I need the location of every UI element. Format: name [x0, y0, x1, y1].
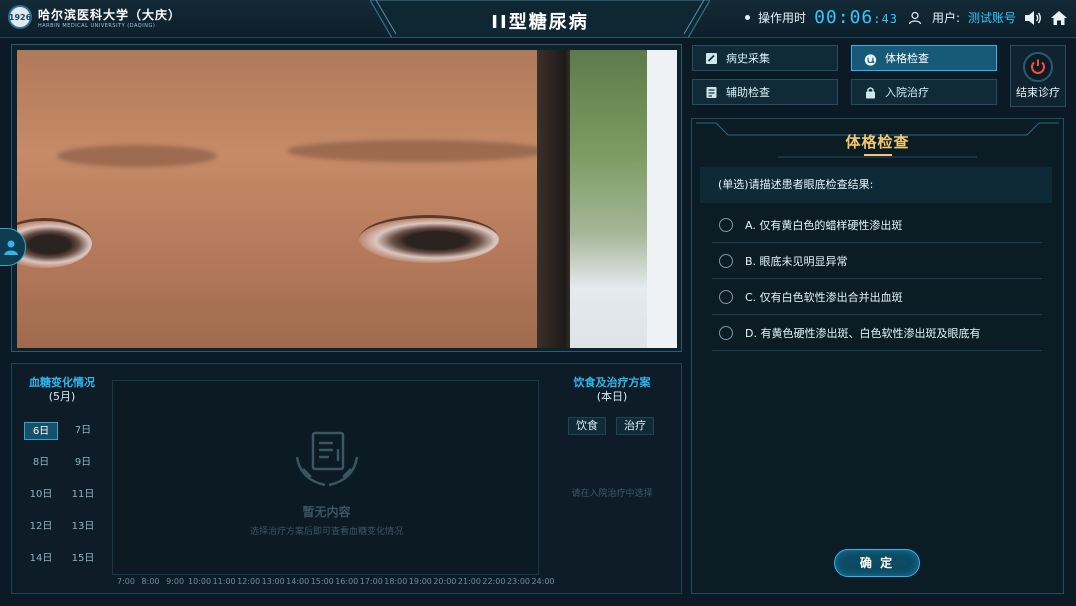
time-tick-label: 23:00 — [506, 577, 530, 586]
university-name-en: HARBIN MEDICAL UNIVERSITY (DAQING) — [38, 22, 156, 29]
time-tick-label: 10:00 — [188, 577, 212, 586]
nav-auxiliary-label: 辅助检查 — [726, 86, 770, 99]
university-name: 哈尔滨医科大学（大庆） — [38, 7, 182, 22]
page-title: II型糖尿病 — [491, 12, 589, 33]
option-d[interactable]: D. 有黄色硬性渗出斑、白色软性渗出斑及眼底有 — [712, 315, 1042, 351]
blood-sugar-panel: 血糖变化情况 (5月) 6日 7日 8日 9日 10日 11日 12日 13日 … — [11, 363, 682, 594]
university-seal-icon: 1926 — [8, 5, 32, 29]
radio-icon[interactable] — [719, 217, 733, 232]
patient-viewport[interactable] — [11, 44, 682, 352]
right-eye — [359, 215, 499, 263]
lock-icon — [864, 86, 877, 99]
blood-sugar-chart: 暂无内容 选择治疗方案后即可查看血糖变化情况 — [112, 380, 539, 575]
left-eye — [17, 218, 92, 268]
empty-title: 暂无内容 — [302, 505, 351, 519]
nav-physical-label: 体格检查 — [885, 52, 929, 65]
time-tick-label: 22:00 — [482, 577, 506, 586]
blood-sugar-title: 血糖变化情况 (5月) — [24, 376, 100, 404]
user-name: 测试账号 — [967, 11, 1016, 25]
nav-auxiliary-button[interactable]: 辅助检查 — [692, 79, 838, 105]
nav-physical-button[interactable]: 体格检查 — [851, 45, 997, 71]
time-tick-label: 8:00 — [141, 577, 160, 586]
auxiliary-exam-icon — [705, 86, 718, 99]
patient-avatar-icon — [4, 240, 18, 255]
option-c-label: C. 仅有白色软性渗出合并出血斑 — [745, 290, 903, 304]
title-plate: II型糖尿病 — [370, 0, 710, 38]
user-label: 用户: — [931, 11, 960, 25]
time-tick-label: 12:00 — [237, 577, 261, 586]
time-tick-label: 7:00 — [117, 577, 135, 586]
background-window — [570, 50, 677, 348]
end-treatment-button[interactable]: 结束诊疗 — [1010, 45, 1066, 107]
empty-document-icon — [295, 431, 358, 487]
history-icon — [705, 52, 718, 65]
exam-title-underline — [864, 154, 892, 156]
patient-eye-closeup — [17, 50, 677, 348]
time-tick-label: 11:00 — [212, 577, 236, 586]
option-b-label: B. 眼底未见明显异常 — [745, 254, 848, 268]
day-button-12[interactable]: 12日 — [24, 518, 58, 536]
option-c[interactable]: C. 仅有白色软性渗出合并出血斑 — [712, 279, 1042, 315]
physical-exam-panel: 体格检查 (单选)请描述患者眼底检查结果: A. 仅有黄白色的蜡样硬性渗出斑 B… — [691, 118, 1064, 594]
user-icon — [906, 9, 924, 27]
radio-icon[interactable] — [719, 289, 733, 304]
nav-history-button[interactable]: 病史采集 — [692, 45, 838, 71]
timer-label: 操作用时 — [758, 11, 807, 25]
day-button-10[interactable]: 10日 — [24, 486, 58, 504]
physical-exam-icon — [864, 52, 877, 66]
day-button-9[interactable]: 9日 — [66, 454, 100, 472]
time-axis: 7:00 8:00 9:00 10:00 11:00 12:00 13:00 14:00 15:… — [106, 577, 555, 589]
power-icon — [1023, 52, 1053, 82]
time-tick-label: 13:00 — [261, 577, 285, 586]
end-treatment-label: 结束诊疗 — [1016, 86, 1060, 99]
day-button-13[interactable]: 13日 — [66, 518, 100, 536]
nav-admission-label: 入院治疗 — [885, 86, 929, 99]
diet-title: 饮食及治疗方案 (本日) — [550, 376, 674, 404]
time-tick-label: 21:00 — [457, 577, 481, 586]
radio-icon[interactable] — [719, 253, 733, 268]
day-button-11[interactable]: 11日 — [66, 486, 100, 504]
confirm-button[interactable]: 确 定 — [834, 549, 920, 577]
time-tick-label: 19:00 — [408, 577, 432, 586]
exam-title: 体格检查 — [845, 133, 910, 151]
day-button-14[interactable]: 14日 — [24, 550, 58, 568]
option-a[interactable]: A. 仅有黄白色的蜡样硬性渗出斑 — [712, 207, 1042, 243]
day-button-7[interactable]: 7日 — [66, 422, 100, 440]
time-tick-label: 16:00 — [335, 577, 359, 586]
blood-sugar-month: (5月) — [48, 390, 76, 403]
header-status: 操作用时 00:06:43 用户: 测试账号 — [745, 7, 1068, 28]
time-tick-label: 24:00 — [531, 577, 555, 586]
option-a-label: A. 仅有黄白色的蜡样硬性渗出斑 — [745, 218, 903, 232]
diet-subtitle: (本日) — [596, 390, 628, 403]
tab-diet[interactable]: 饮食 — [568, 417, 606, 435]
day-button-6[interactable]: 6日 — [24, 422, 58, 440]
option-b[interactable]: B. 眼底未见明显异常 — [712, 243, 1042, 279]
volume-icon[interactable] — [1024, 9, 1042, 27]
option-d-label: D. 有黄色硬性渗出斑、白色软性渗出斑及眼底有 — [745, 326, 981, 340]
nav-history-label: 病史采集 — [726, 52, 770, 65]
day-button-15[interactable]: 15日 — [66, 550, 100, 568]
status-dot-icon — [745, 15, 751, 20]
exam-question: (单选)请描述患者眼底检查结果: — [700, 167, 1052, 203]
top-bar: 1926 哈尔滨医科大学（大庆） HARBIN MEDICAL UNIVERSI… — [0, 0, 1076, 38]
time-tick-label: 14:00 — [286, 577, 310, 586]
time-tick-label: 20:00 — [433, 577, 457, 586]
empty-state: 暂无内容 选择治疗方案后即可查看血糖变化情况 — [113, 431, 540, 537]
time-tick-label: 15:00 — [310, 577, 334, 586]
right-eyebrow — [287, 140, 547, 162]
home-icon[interactable] — [1050, 9, 1068, 27]
diet-hint: 请在入院治疗中选择 — [571, 489, 653, 499]
exam-header: 体格检查 — [692, 119, 1063, 161]
day-button-8[interactable]: 8日 — [24, 454, 58, 472]
time-tick-label: 18:00 — [384, 577, 408, 586]
university-logo: 1926 哈尔滨医科大学（大庆） HARBIN MEDICAL UNIVERSI… — [8, 5, 181, 29]
time-tick-label: 17:00 — [359, 577, 383, 586]
empty-hint: 选择治疗方案后即可查看血糖变化情况 — [249, 527, 403, 537]
nav-admission-button[interactable]: 入院治疗 — [851, 79, 997, 105]
tab-treatment[interactable]: 治疗 — [616, 417, 654, 435]
left-eyebrow — [57, 145, 217, 167]
radio-icon[interactable] — [719, 325, 733, 340]
timer-value: 00:06:43 — [814, 7, 898, 28]
time-tick-label: 9:00 — [166, 577, 185, 586]
